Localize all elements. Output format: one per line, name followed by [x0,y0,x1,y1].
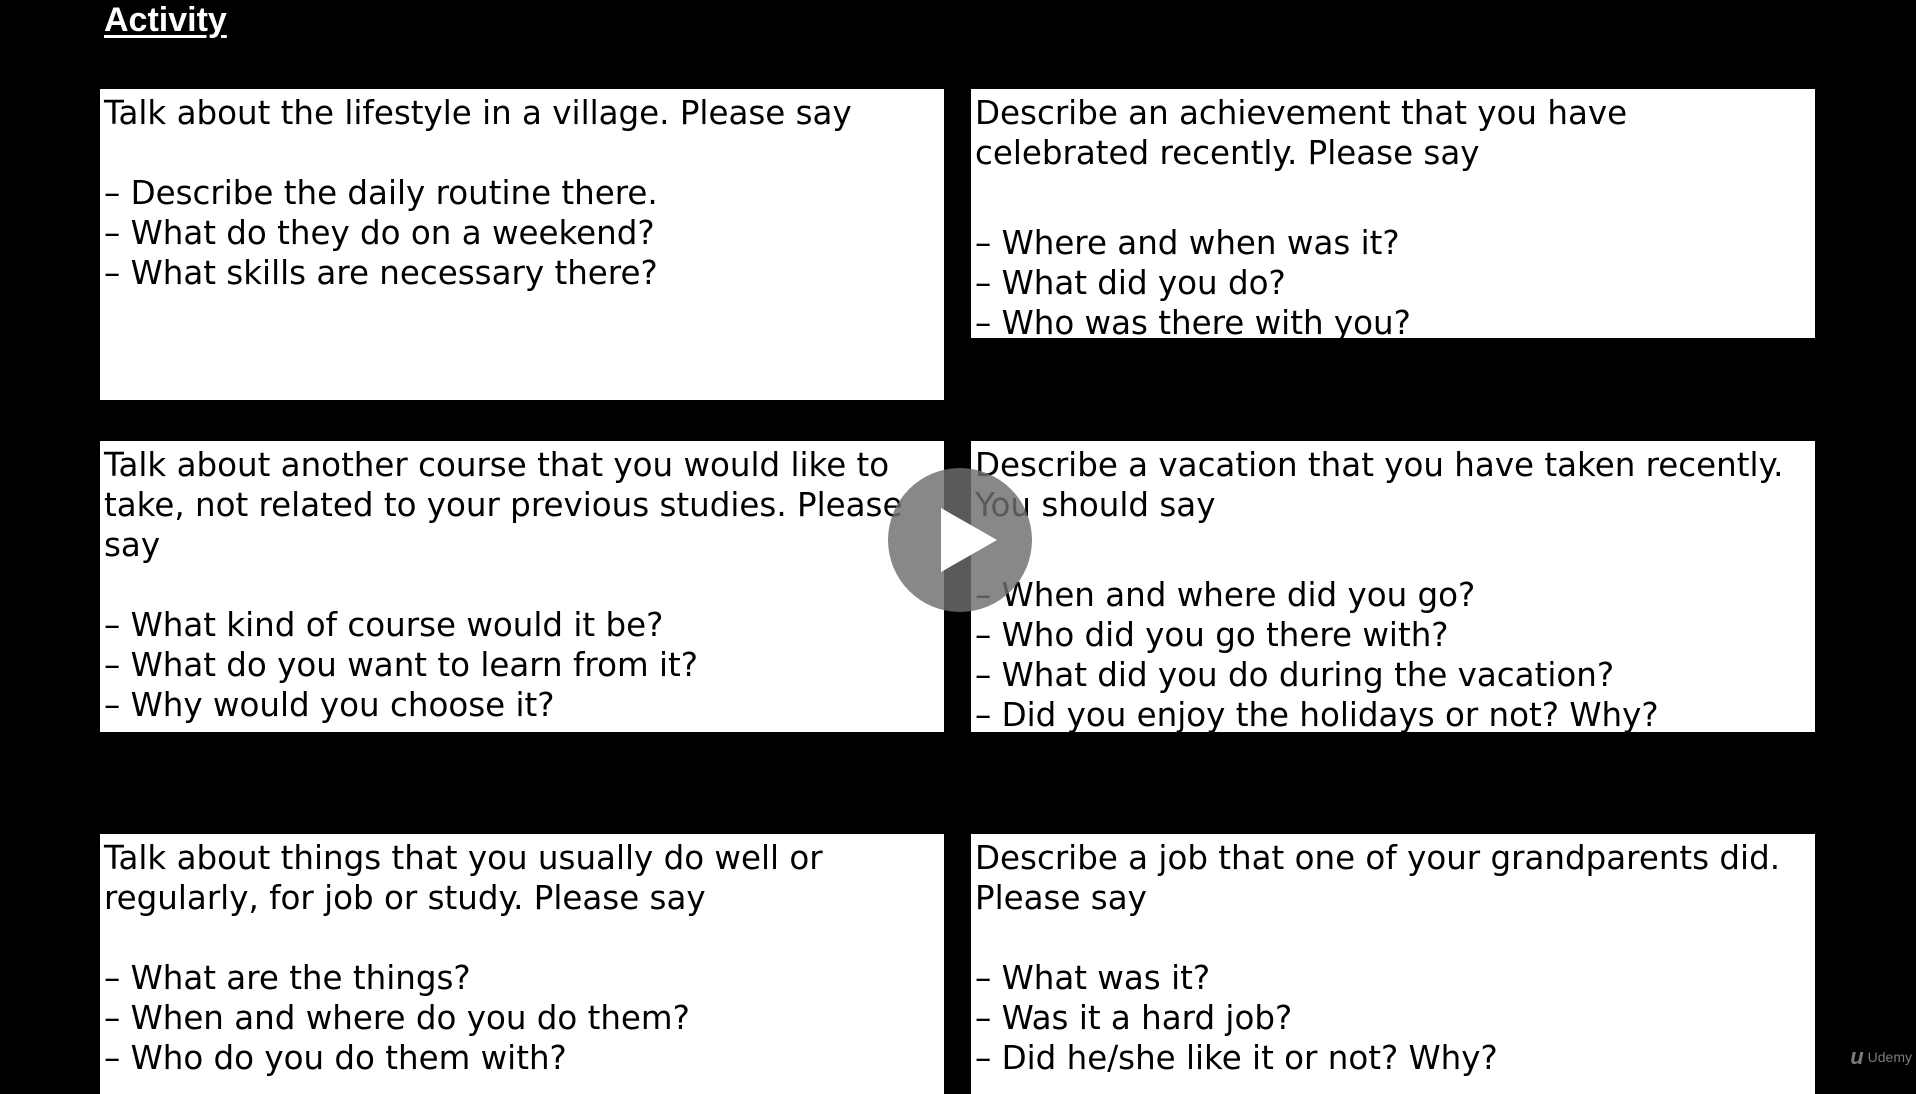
card-item: – Describe the daily routine there. [104,174,658,212]
card-item: – What skills are necessary there? [104,254,658,292]
card-item: – Did you enjoy the holidays or not? Why… [975,696,1659,732]
card-prompt: Talk about things that you usually do we… [104,839,823,917]
card-item: – Did he/she like it or not? Why? [975,1039,1498,1077]
card-item: – When and where do you do them? [104,999,690,1037]
activity-card-course: Talk about another course that you would… [100,441,944,732]
card-item: – What was it? [975,959,1211,997]
activity-card-vacation: Describe a vacation that you have taken … [971,441,1815,732]
card-item: – What did you do during the vacation? [975,656,1615,694]
card-item: – What kind of course would it be? [104,606,664,644]
card-prompt: Talk about another course that you would… [104,446,903,564]
card-item: – What do you want to learn from it? [104,646,698,684]
activity-card-achievement: Describe an achievement that you have ce… [971,89,1815,338]
udemy-watermark: u Udemy [1850,1044,1912,1070]
card-prompt: Talk about the lifestyle in a village. P… [104,94,852,132]
card-item: – What did you do? [975,264,1286,302]
card-item: – When and where did you go? [975,576,1476,614]
card-item: – What are the things? [104,959,471,997]
activity-card-things-you-do: Talk about things that you usually do we… [100,834,944,1094]
watermark-text: Udemy [1867,1049,1912,1065]
card-item: – Was it a hard job? [975,999,1293,1037]
activity-card-grandparent-job: Describe a job that one of your grandpar… [971,834,1815,1094]
card-item: – Who did you go there with? [975,616,1449,654]
card-item: – Who do you do them with? [104,1039,567,1077]
card-item: – Who was there with you? [975,304,1411,338]
card-item: – Where and when was it? [975,224,1400,262]
card-item: – Why would you choose it? [104,686,555,724]
play-button[interactable] [888,468,1032,612]
activity-card-village: Talk about the lifestyle in a village. P… [100,89,944,400]
slide-title: Activity [104,1,227,39]
card-item: – What do they do on a weekend? [104,214,655,252]
play-icon [941,508,997,572]
card-prompt: Describe a job that one of your grandpar… [975,839,1781,917]
udemy-logo-icon: u [1850,1044,1864,1069]
card-prompt: Describe an achievement that you have ce… [975,94,1628,172]
card-prompt: Describe a vacation that you have taken … [975,446,1784,524]
